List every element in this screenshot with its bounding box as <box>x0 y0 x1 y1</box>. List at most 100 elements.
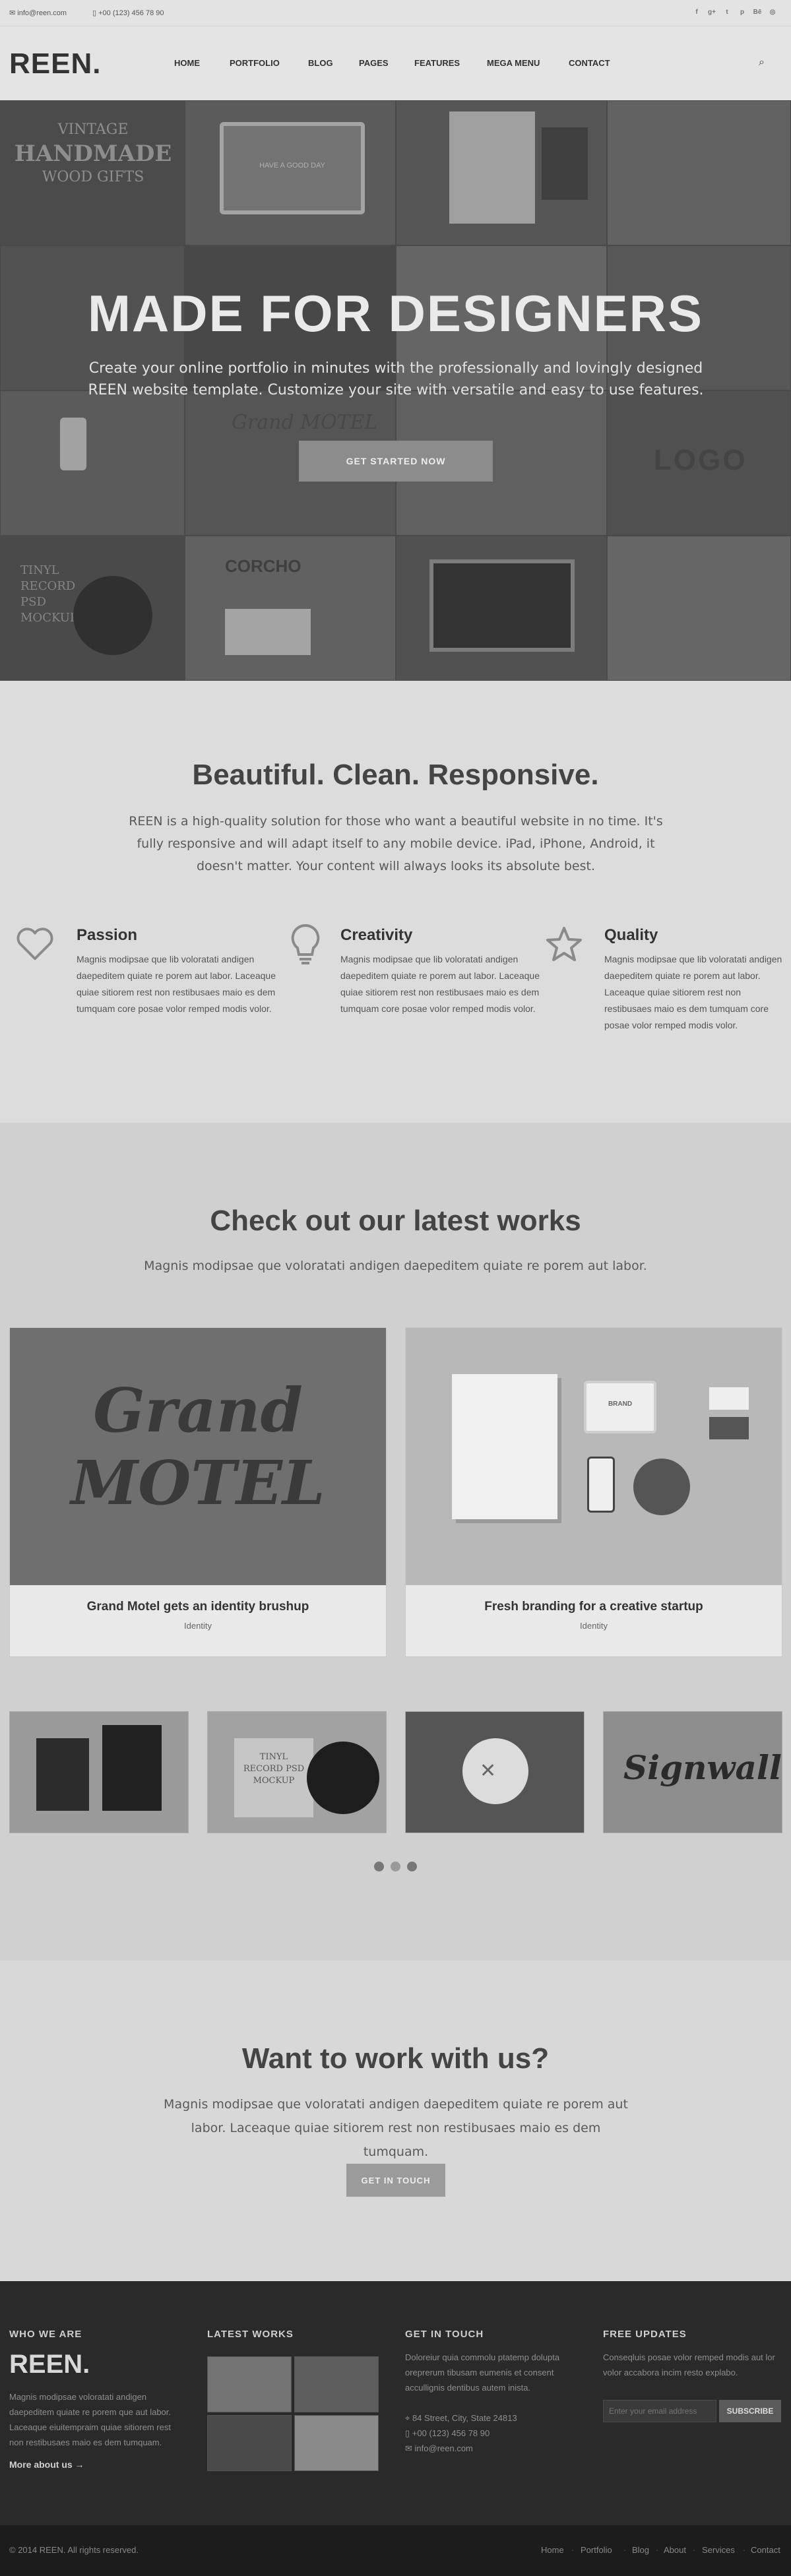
feature-text: Magnis modipsae que lib voloratati andig… <box>604 954 782 1030</box>
twitter-icon[interactable]: t <box>723 8 731 16</box>
intro-title: Beautiful. Clean. Responsive. <box>192 759 599 791</box>
newsletter-email-input[interactable] <box>603 2400 716 2422</box>
work-thumb[interactable]: ✕ <box>405 1711 585 1833</box>
phone-icon: ▯ <box>405 2428 410 2438</box>
topbar-email-text: info@reen.com <box>17 9 67 17</box>
bottom-bar: © 2014 REEN. All rights reserved. Home ·… <box>0 2525 791 2576</box>
footer-who-title: WHO WE ARE <box>9 2329 82 2340</box>
footer-work-thumb[interactable] <box>294 2356 379 2412</box>
feature-quality: Quality Magnis modipsae que lib volorata… <box>604 926 782 1034</box>
nav-item-blog[interactable]: BLOG <box>308 58 333 68</box>
star-icon <box>545 925 583 963</box>
work-image-text: BRAND <box>608 1400 633 1408</box>
behance-icon[interactable]: Bē <box>753 8 762 16</box>
footer-touch-text: Doloreiur quia commolu ptatemp dolupta o… <box>405 2352 560 2393</box>
hero-section: VINTAGE HANDMADE WOOD GIFTS HAVE A GOOD … <box>0 100 791 681</box>
site-logo[interactable]: REEN. <box>9 47 101 80</box>
nav-item-contact[interactable]: CONTACT <box>569 58 610 68</box>
work-thumb[interactable]: Signwall <box>603 1711 782 1833</box>
footer-email-text[interactable]: info@reen.com <box>415 2443 473 2453</box>
footer-contact-list: ⌖ 84 Street, City, State 24813 ▯ +00 (12… <box>405 2410 517 2456</box>
works-subtitle: Magnis modipsae que voloratati andigen d… <box>144 1259 647 1273</box>
facebook-icon[interactable]: f <box>693 8 701 16</box>
bottom-link-home[interactable]: Home <box>541 2545 564 2555</box>
footer-address-text: 84 Street, City, State 24813 <box>412 2413 517 2423</box>
work-category[interactable]: Identity <box>406 1621 782 1631</box>
works-title: Check out our latest works <box>210 1205 581 1237</box>
intro-section <box>0 681 791 1123</box>
footer-phone: ▯ +00 (123) 456 78 90 <box>405 2426 517 2441</box>
carousel-dot[interactable] <box>391 1862 400 1871</box>
heart-icon <box>16 925 54 963</box>
site-footer: WHO WE ARE REEN. Magnis modipsae volorat… <box>0 2281 791 2525</box>
hero-subtitle: Create your online portfolio in minutes … <box>88 360 704 398</box>
google-plus-icon[interactable]: g+ <box>708 8 716 16</box>
footer-work-thumb[interactable] <box>207 2415 292 2471</box>
map-pin-icon: ⌖ <box>405 2413 410 2423</box>
subscribe-button[interactable]: SUBSCRIBE <box>719 2400 781 2422</box>
work-thumb-text: Signwall <box>623 1748 782 1787</box>
get-in-touch-button[interactable]: GET IN TOUCH <box>346 2164 445 2197</box>
nav-item-home[interactable]: HOME <box>174 58 200 68</box>
bottom-link-about[interactable]: About <box>664 2545 686 2555</box>
topbar-phone-text: +00 (123) 456 78 90 <box>98 9 164 17</box>
more-about-link[interactable]: More about us → <box>9 2459 84 2470</box>
footer-updates-title: FREE UPDATES <box>603 2329 687 2340</box>
work-card-grand-motel[interactable]: Grand MOTEL Grand Motel gets an identity… <box>9 1327 387 1657</box>
work-category[interactable]: Identity <box>10 1621 386 1631</box>
bottom-sep: · <box>693 2545 696 2555</box>
footer-touch-title: GET IN TOUCH <box>405 2329 484 2340</box>
bottom-sep: · <box>656 2545 659 2555</box>
footer-email[interactable]: ✉ info@reen.com <box>405 2441 517 2456</box>
work-title[interactable]: Grand Motel gets an identity brushup <box>10 1600 386 1614</box>
copyright: © 2014 REEN. All rights reserved. <box>9 2545 139 2555</box>
feature-title: Quality <box>604 926 658 944</box>
nav-item-features[interactable]: FEATURES <box>414 58 460 68</box>
work-thumb-text: TINYL RECORD PSD MOCKUP <box>243 1752 305 1786</box>
work-image: Grand MOTEL <box>10 1328 386 1585</box>
pinterest-icon[interactable]: p <box>738 8 746 16</box>
feature-creativity: Creativity Magnis modipsae que lib volor… <box>340 926 549 1017</box>
topbar-phone: ▯ +00 (123) 456 78 90 <box>92 9 164 17</box>
carousel-dot[interactable] <box>407 1862 417 1871</box>
feature-text: Magnis modipsae que lib voloratati andig… <box>77 954 276 1014</box>
hero-title: MADE FOR DESIGNERS <box>87 284 704 342</box>
social-links: f g+ t p Bē ◎ <box>693 8 776 16</box>
footer-address: ⌖ 84 Street, City, State 24813 <box>405 2410 517 2426</box>
search-icon[interactable]: ⌕ <box>759 57 765 69</box>
envelope-icon: ✉ <box>405 2443 412 2453</box>
feature-title: Creativity <box>340 926 413 944</box>
intro-text: REEN is a high-quality solution for thos… <box>129 814 663 873</box>
footer-phone-text: +00 (123) 456 78 90 <box>412 2428 490 2438</box>
top-bar: ✉ info@reen.com ▯ +00 (123) 456 78 90 f … <box>0 0 791 26</box>
bottom-sep: · <box>743 2545 746 2555</box>
bottom-link-blog[interactable]: Blog <box>632 2545 649 2555</box>
footer-logo[interactable]: REEN. <box>9 2350 90 2379</box>
site-header <box>0 26 791 100</box>
work-title[interactable]: Fresh branding for a creative startup <box>406 1600 782 1614</box>
nav-item-portfolio[interactable]: PORTFOLIO <box>230 58 280 68</box>
get-started-button[interactable]: GET STARTED NOW <box>299 441 493 482</box>
carousel-dot[interactable] <box>374 1862 384 1871</box>
footer-who-text: Magnis modipsae voloratati andigen daepe… <box>9 2392 172 2447</box>
work-card-branding[interactable]: BRAND Fresh branding for a creative star… <box>405 1327 782 1657</box>
crossed-arrows-icon: ✕ <box>480 1760 497 1782</box>
nav-item-mega-menu[interactable]: MEGA MENU <box>487 58 540 68</box>
work-thumb[interactable]: TINYL RECORD PSD MOCKUP <box>207 1711 387 1833</box>
nav-item-pages[interactable]: PAGES <box>359 58 389 68</box>
footer-latest-title: LATEST WORKS <box>207 2329 294 2340</box>
bottom-link-portfolio[interactable]: Portfolio <box>581 2545 612 2555</box>
bottom-link-services[interactable]: Services <box>702 2545 735 2555</box>
work-thumb[interactable] <box>9 1711 189 1833</box>
footer-work-thumb[interactable] <box>294 2415 379 2471</box>
topbar-email[interactable]: ✉ info@reen.com <box>9 9 67 17</box>
feature-passion: Passion Magnis modipsae que lib volorata… <box>77 926 285 1017</box>
feature-text: Magnis modipsae que lib voloratati andig… <box>340 954 540 1014</box>
work-image-text: Grand MOTEL <box>71 1375 325 1519</box>
work-image: BRAND <box>406 1328 782 1585</box>
bottom-link-contact[interactable]: Contact <box>751 2545 780 2555</box>
lightbulb-icon <box>286 924 325 964</box>
footer-work-thumb[interactable] <box>207 2356 292 2412</box>
footer-updates-text: Conseqluis posae volor remped modis aut … <box>603 2352 775 2377</box>
dribbble-icon[interactable]: ◎ <box>769 8 776 16</box>
